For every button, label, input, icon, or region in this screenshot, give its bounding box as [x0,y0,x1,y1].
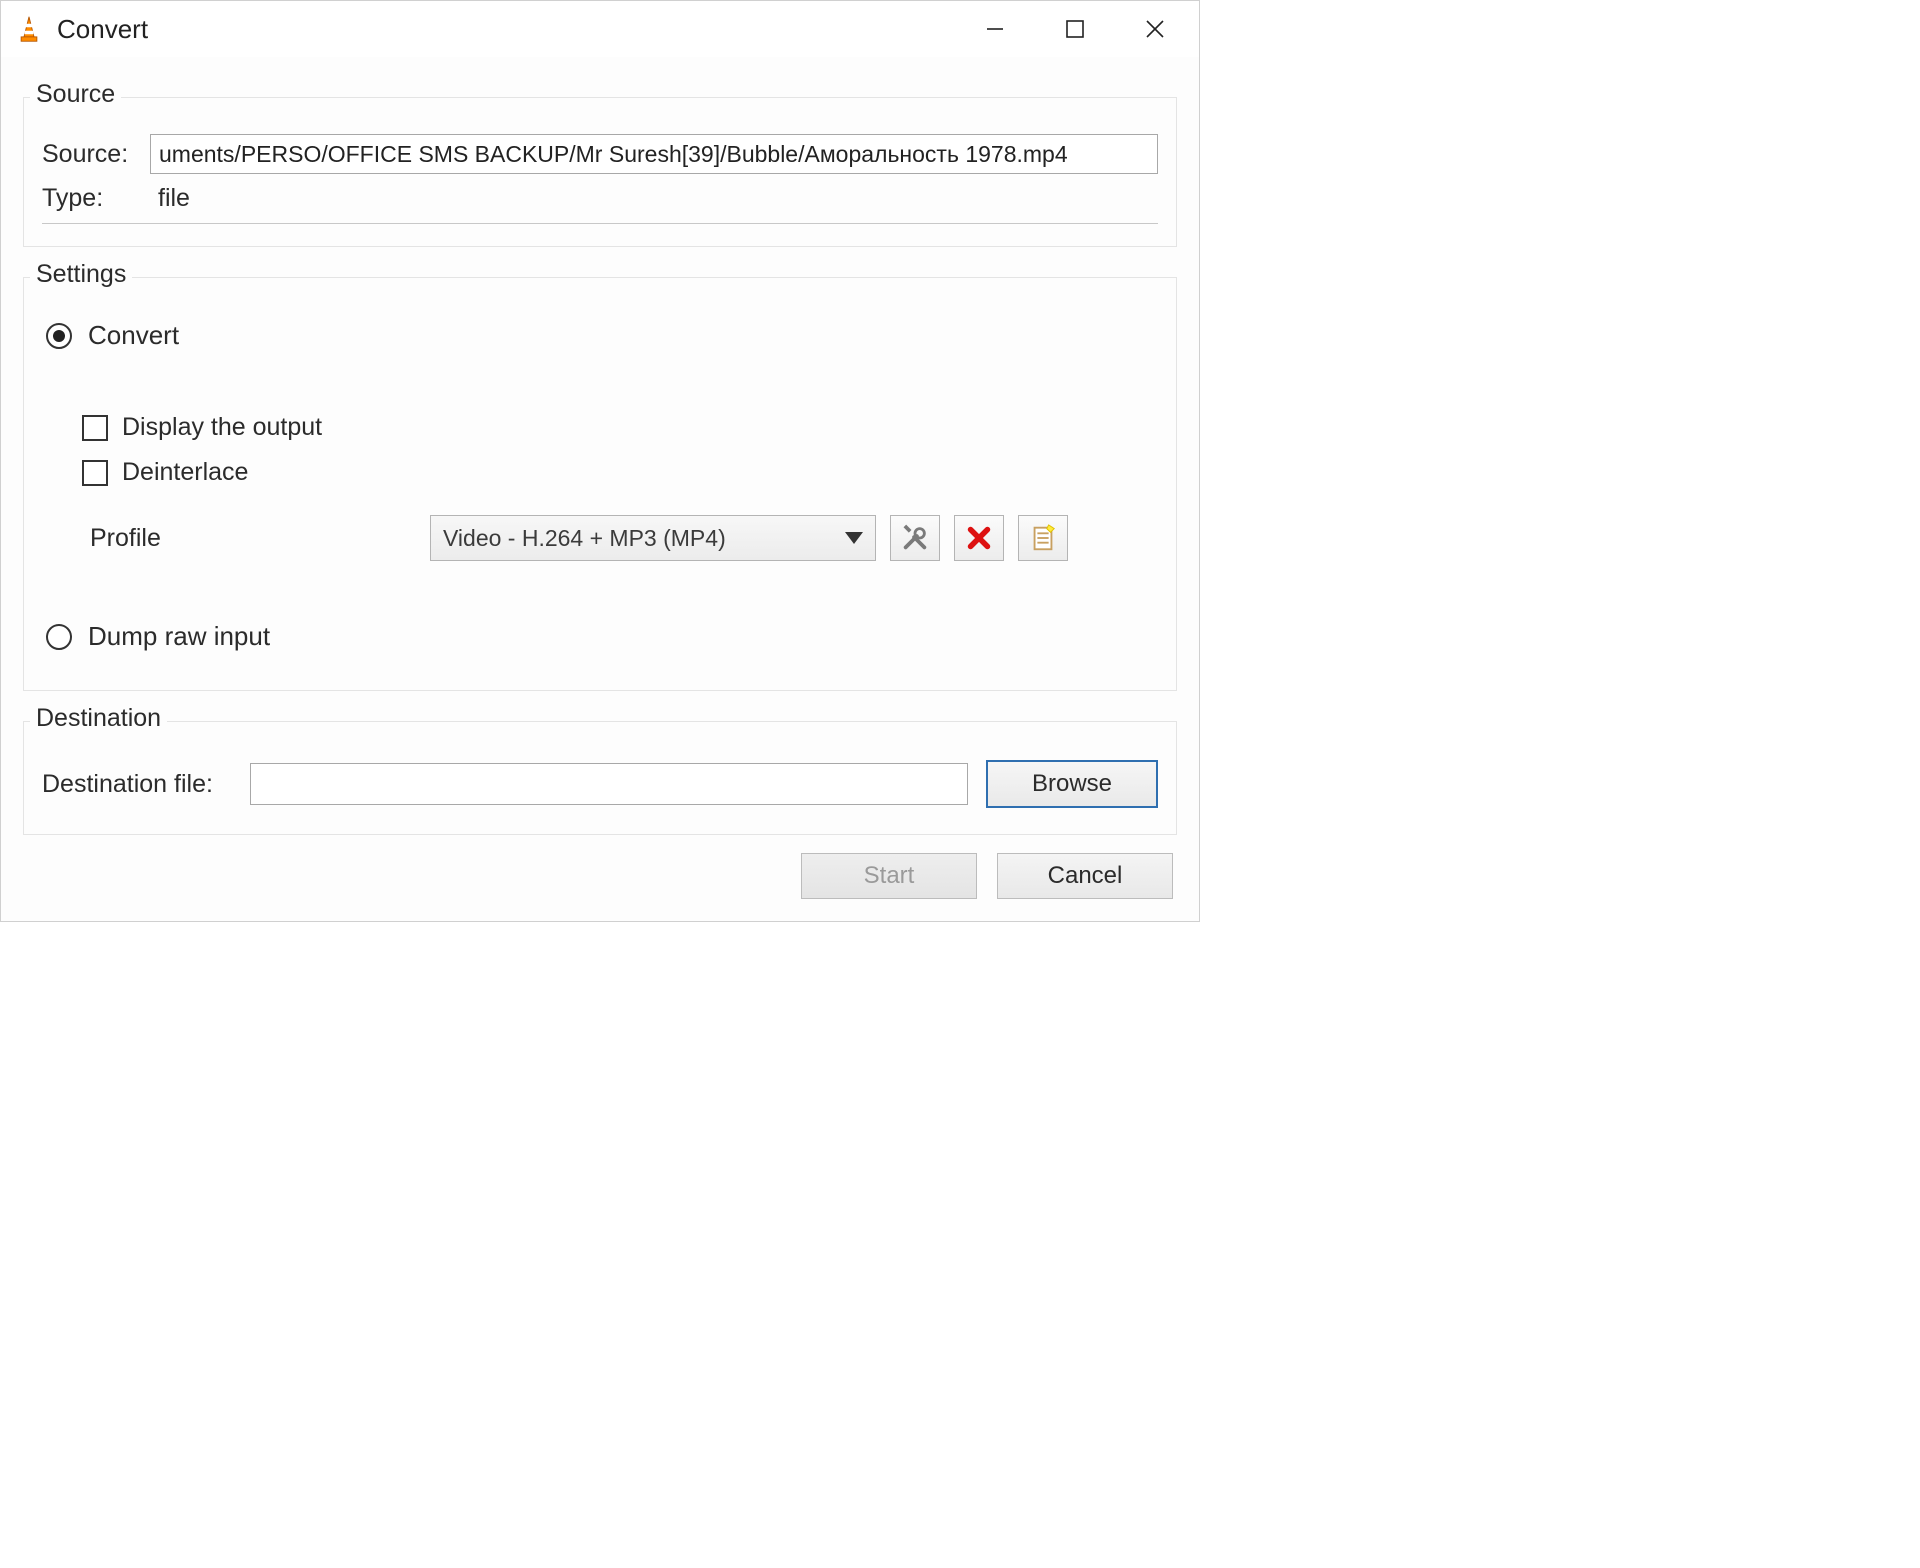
maximize-button[interactable] [1035,1,1115,57]
deinterlace-label: Deinterlace [122,458,248,487]
cancel-button[interactable]: Cancel [997,853,1173,899]
vlc-cone-icon [15,15,43,43]
cancel-button-label: Cancel [1048,862,1123,890]
convert-radio[interactable] [46,323,72,349]
destination-input[interactable] [250,763,968,805]
type-label: Type: [42,184,150,213]
profile-label: Profile [90,524,430,553]
destination-legend: Destination [30,704,167,733]
minimize-button[interactable] [955,1,1035,57]
dialog-buttons: Start Cancel [23,835,1177,899]
dump-raw-radio[interactable] [46,624,72,650]
type-row: Type: file [42,184,1158,213]
profile-row: Profile Video - H.264 + MP3 (MP4) [90,515,1158,561]
delete-icon [964,523,994,553]
destination-row: Destination file: Browse [42,760,1158,808]
display-output-label: Display the output [122,413,322,442]
window-title: Convert [57,14,955,45]
settings-group: Settings Convert Display the output Dein… [23,277,1177,691]
destination-label: Destination file: [42,770,250,799]
source-label: Source: [42,140,150,169]
display-output-check-row[interactable]: Display the output [82,413,1158,442]
convert-radio-label: Convert [88,320,179,351]
profile-selected: Video - H.264 + MP3 (MP4) [443,525,726,552]
convert-radio-row[interactable]: Convert [46,320,1158,351]
edit-profile-button[interactable] [890,515,940,561]
type-value: file [150,184,190,213]
source-group: Source Source: Type: file [23,97,1177,247]
dump-raw-radio-label: Dump raw input [88,621,270,652]
new-document-icon [1028,523,1058,553]
dump-raw-radio-row[interactable]: Dump raw input [46,621,1158,652]
destination-group: Destination Destination file: Browse [23,721,1177,835]
source-row: Source: [42,134,1158,174]
deinterlace-checkbox[interactable] [82,460,108,486]
titlebar: Convert [1,1,1199,57]
source-legend: Source [30,80,121,109]
chevron-down-icon [845,532,863,544]
deinterlace-check-row[interactable]: Deinterlace [82,458,1158,487]
settings-legend: Settings [30,260,132,289]
window-controls [955,1,1195,57]
source-separator [42,223,1158,224]
start-button-label: Start [864,862,915,890]
source-input[interactable] [150,134,1158,174]
start-button[interactable]: Start [801,853,977,899]
display-output-checkbox[interactable] [82,415,108,441]
convert-dialog: Convert Source Source: Type: file [0,0,1200,922]
client-area: Source Source: Type: file Settings Conve… [1,57,1199,921]
tools-icon [900,523,930,553]
delete-profile-button[interactable] [954,515,1004,561]
close-button[interactable] [1115,1,1195,57]
profile-combobox[interactable]: Video - H.264 + MP3 (MP4) [430,515,876,561]
new-profile-button[interactable] [1018,515,1068,561]
browse-button-label: Browse [1032,770,1112,798]
browse-button[interactable]: Browse [986,760,1158,808]
